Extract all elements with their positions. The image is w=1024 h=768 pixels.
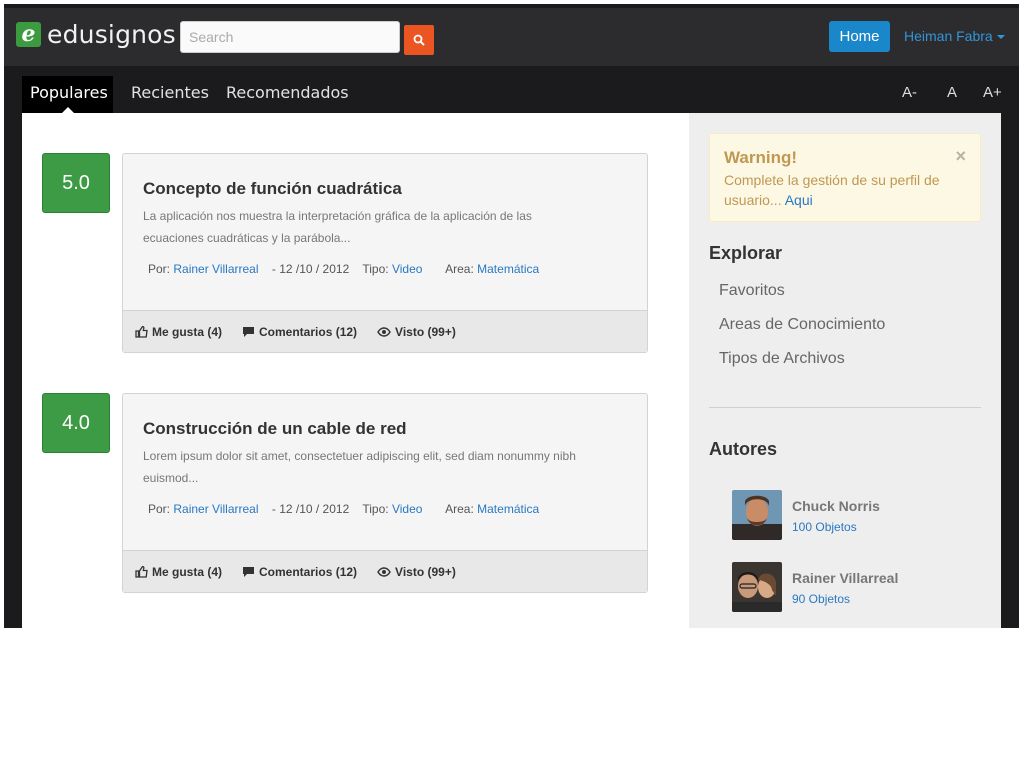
explore-heading: Explorar (709, 243, 783, 263)
home-button[interactable]: Home (829, 21, 890, 52)
comment-count: Comentarios (12) (259, 324, 358, 339)
font-increase-button[interactable]: A+ (983, 84, 1002, 101)
comments-button[interactable]: Comentarios (12) (242, 565, 357, 579)
views-button[interactable]: Visto (99+) (377, 325, 456, 339)
eye-icon (377, 566, 391, 577)
like-button[interactable]: Me gusta (4) (135, 565, 222, 579)
thumbs-up-icon (135, 325, 148, 338)
post-date: - 12 /10 / 2012 (271, 502, 350, 516)
like-count: Me gusta (4) (152, 564, 223, 579)
search-icon (413, 34, 425, 46)
author-name: Chuck Norris (792, 498, 880, 514)
post-meta: Por: Rainer Villarreal - 12 /10 / 2012 T… (148, 262, 539, 276)
views-button[interactable]: Visto (99+) (377, 565, 456, 579)
author-link[interactable]: Rainer Villarreal (173, 262, 258, 276)
tab-populares[interactable]: Populares (22, 76, 113, 114)
view-count: Visto (99+) (395, 564, 456, 579)
font-reset-button[interactable]: A (947, 84, 957, 101)
logo-mark: e (16, 22, 41, 47)
author-count: 100 Objetos (792, 520, 857, 534)
app-window: e edusignos Home Heiman Fabra Populares … (4, 4, 1019, 628)
logo[interactable]: e edusignos (16, 20, 176, 49)
author-count: 90 Objetos (792, 592, 851, 606)
user-menu[interactable]: Heiman Fabra (904, 28, 1005, 44)
like-count: Me gusta (4) (152, 324, 223, 339)
author-name: Rainer Villarreal (792, 570, 899, 586)
post-card: Concepto de función cuadrática La aplica… (122, 153, 648, 353)
logo-text: edusignos (47, 20, 176, 49)
warning-title: Warning! (724, 148, 798, 167)
area-label: Area: (445, 262, 474, 276)
warning-text: Complete la gestión de su perfil de usua… (724, 170, 966, 210)
comment-icon (243, 566, 255, 577)
author-label: Por: (148, 502, 171, 516)
post-title[interactable]: Concepto de función cuadrática (143, 179, 402, 199)
authors-heading: Autores (709, 439, 778, 459)
sidebar-item-tipos[interactable]: Tipos de Archivos (719, 350, 845, 368)
font-decrease-button[interactable]: A- (902, 84, 917, 101)
post-description: Lorem ipsum dolor sit amet, consectetuer… (143, 449, 576, 485)
view-count: Visto (99+) (395, 324, 456, 339)
close-icon[interactable]: × (955, 146, 966, 167)
user-name: Heiman Fabra (904, 28, 993, 44)
divider (709, 407, 981, 408)
search-button[interactable] (404, 25, 434, 55)
warning-message: Complete la gestión de su perfil de usua… (724, 172, 940, 208)
top-navbar: e edusignos Home Heiman Fabra (4, 4, 1019, 66)
post-card: Construcción de un cable de red Lorem ip… (122, 393, 648, 593)
author-item[interactable]: Chuck Norris 100 Objetos (732, 490, 962, 540)
area-link[interactable]: Matemática (477, 262, 539, 276)
comments-button[interactable]: Comentarios (12) (242, 325, 357, 339)
comment-count: Comentarios (12) (259, 564, 358, 579)
post-title[interactable]: Construcción de un cable de red (143, 419, 407, 439)
rating-badge: 5.0 (42, 153, 110, 213)
warning-link[interactable]: Aqui (785, 192, 813, 208)
sidebar-item-areas[interactable]: Areas de Conocimiento (719, 316, 885, 334)
post-meta: Por: Rainer Villarreal - 12 /10 / 2012 T… (148, 502, 539, 516)
sidebar-item-favoritos[interactable]: Favoritos (719, 282, 785, 300)
warning-alert: Warning! Complete la gestión de su perfi… (709, 133, 981, 222)
area-label: Area: (445, 502, 474, 516)
tab-recientes[interactable]: Recientes (131, 76, 209, 113)
search-input[interactable] (180, 21, 400, 53)
sidebar: Warning! Complete la gestión de su perfi… (689, 113, 1001, 628)
area-link[interactable]: Matemática (477, 502, 539, 516)
type-link[interactable]: Video (392, 502, 422, 516)
type-label: Tipo: (362, 502, 389, 516)
post-actions: Me gusta (4) Comentarios (12) Visto (99+… (123, 310, 647, 352)
comment-icon (243, 326, 255, 337)
author-label: Por: (148, 262, 171, 276)
avatar (732, 562, 782, 612)
avatar (732, 490, 782, 540)
type-label: Tipo: (362, 262, 389, 276)
type-link[interactable]: Video (392, 262, 422, 276)
post-description: La aplicación nos muestra la interpretac… (143, 209, 532, 245)
like-button[interactable]: Me gusta (4) (135, 325, 222, 339)
tab-recomendados[interactable]: Recomendados (226, 76, 349, 113)
author-link[interactable]: Rainer Villarreal (173, 502, 258, 516)
tab-bar: Populares Recientes Recomendados A- A A+ (4, 66, 1019, 114)
thumbs-up-icon (135, 565, 148, 578)
rating-badge: 4.0 (42, 393, 110, 453)
post-actions: Me gusta (4) Comentarios (12) Visto (99+… (123, 550, 647, 592)
post-feed: 5.0 Concepto de función cuadrática La ap… (22, 113, 689, 628)
post-date: - 12 /10 / 2012 (271, 262, 350, 276)
caret-down-icon (996, 35, 1005, 40)
author-item[interactable]: Rainer Villarreal 90 Objetos (732, 562, 962, 612)
eye-icon (377, 326, 391, 337)
